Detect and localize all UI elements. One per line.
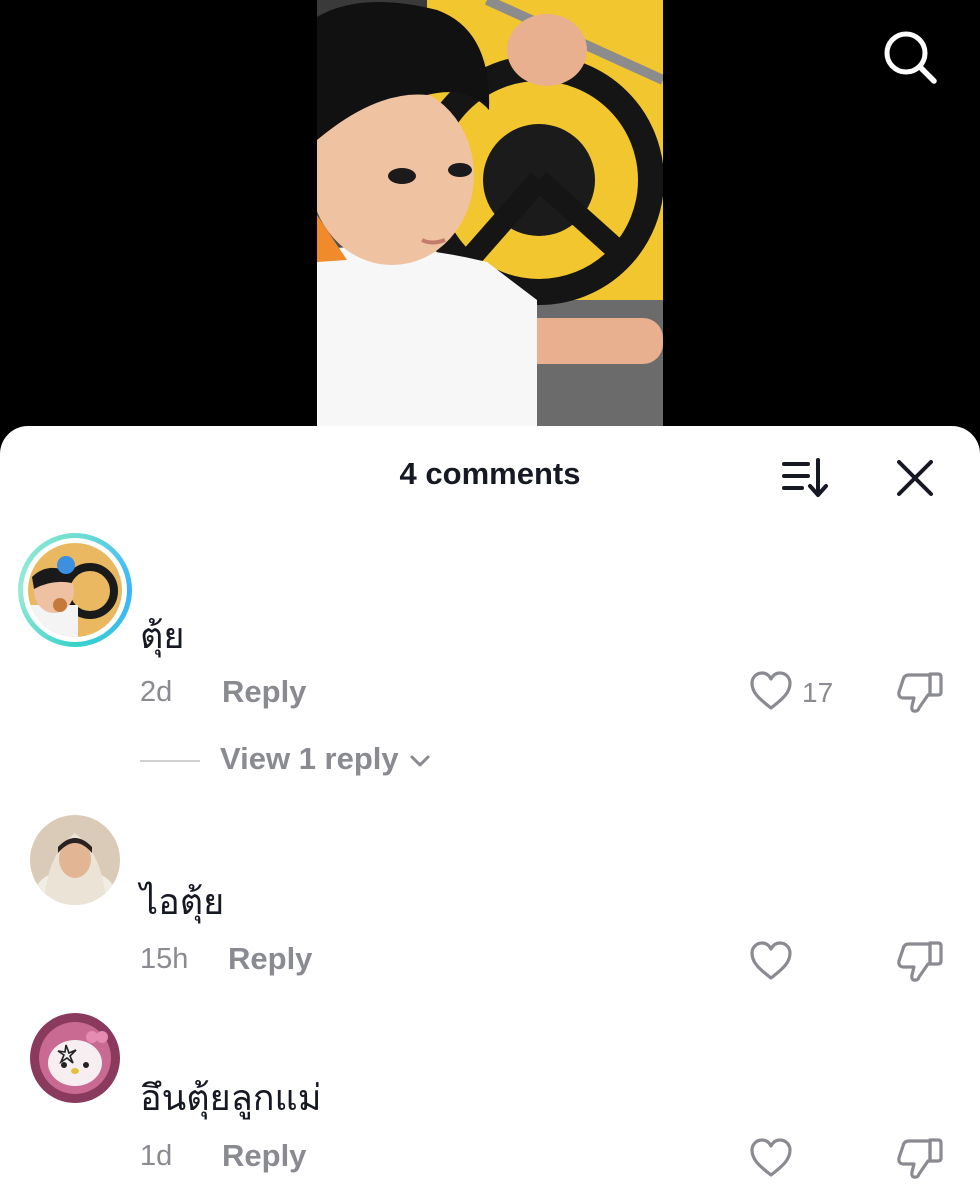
comment-time: 2d xyxy=(140,676,173,708)
search-icon xyxy=(884,31,937,84)
avatar[interactable] xyxy=(30,1013,120,1103)
comments-header: 4 comments xyxy=(0,426,980,530)
comment-text: ตุ้ย xyxy=(140,615,185,656)
comments-count: 4 comments xyxy=(399,456,581,491)
avatar[interactable] xyxy=(18,533,132,647)
dislike-button[interactable] xyxy=(894,668,944,714)
comment-text: อึนตุ้ยลูกแม่ xyxy=(140,1077,322,1118)
sort-icon xyxy=(782,458,828,497)
comment-text: ไอตุ้ย xyxy=(140,881,225,922)
heart-icon xyxy=(750,941,792,980)
dislike-button[interactable] xyxy=(894,937,944,983)
close-icon xyxy=(897,460,933,496)
divider xyxy=(140,760,200,762)
dislike-icon xyxy=(897,672,943,713)
dislike-button[interactable] xyxy=(894,1134,944,1180)
like-button[interactable] xyxy=(748,1137,794,1179)
chevron-down-icon xyxy=(410,755,430,767)
heart-icon xyxy=(750,671,792,710)
reply-button[interactable]: Reply xyxy=(222,1138,306,1174)
close-button[interactable] xyxy=(893,456,937,500)
search-button[interactable] xyxy=(880,28,940,88)
comment-time: 1d xyxy=(140,1140,173,1172)
comment-item: ไอตุ้ย 15h Reply xyxy=(0,815,980,985)
comments-sheet: 4 comments ตุ้ย 2d Reply 17 View 1 reply… xyxy=(0,426,980,1200)
like-button[interactable] xyxy=(748,940,794,982)
like-count: 17 xyxy=(802,677,834,708)
heart-icon xyxy=(750,1138,792,1177)
avatar[interactable] xyxy=(30,815,120,905)
like-button[interactable] xyxy=(748,670,794,712)
reply-button[interactable]: Reply xyxy=(222,674,306,710)
view-replies-label: View 1 reply xyxy=(220,741,399,776)
comment-item: ตุ้ย 2d Reply 17 View 1 reply xyxy=(0,533,980,783)
comment-item: อึนตุ้ยลูกแม่ 1d Reply xyxy=(0,1013,980,1193)
video-player[interactable] xyxy=(0,0,980,440)
dislike-icon xyxy=(897,1138,943,1179)
sort-button[interactable] xyxy=(780,456,830,500)
dislike-icon xyxy=(897,941,943,982)
view-replies-button[interactable]: View 1 reply xyxy=(140,741,460,781)
video-thumbnail xyxy=(317,0,663,440)
comment-time: 15h xyxy=(140,943,189,975)
reply-button[interactable]: Reply xyxy=(228,941,312,977)
